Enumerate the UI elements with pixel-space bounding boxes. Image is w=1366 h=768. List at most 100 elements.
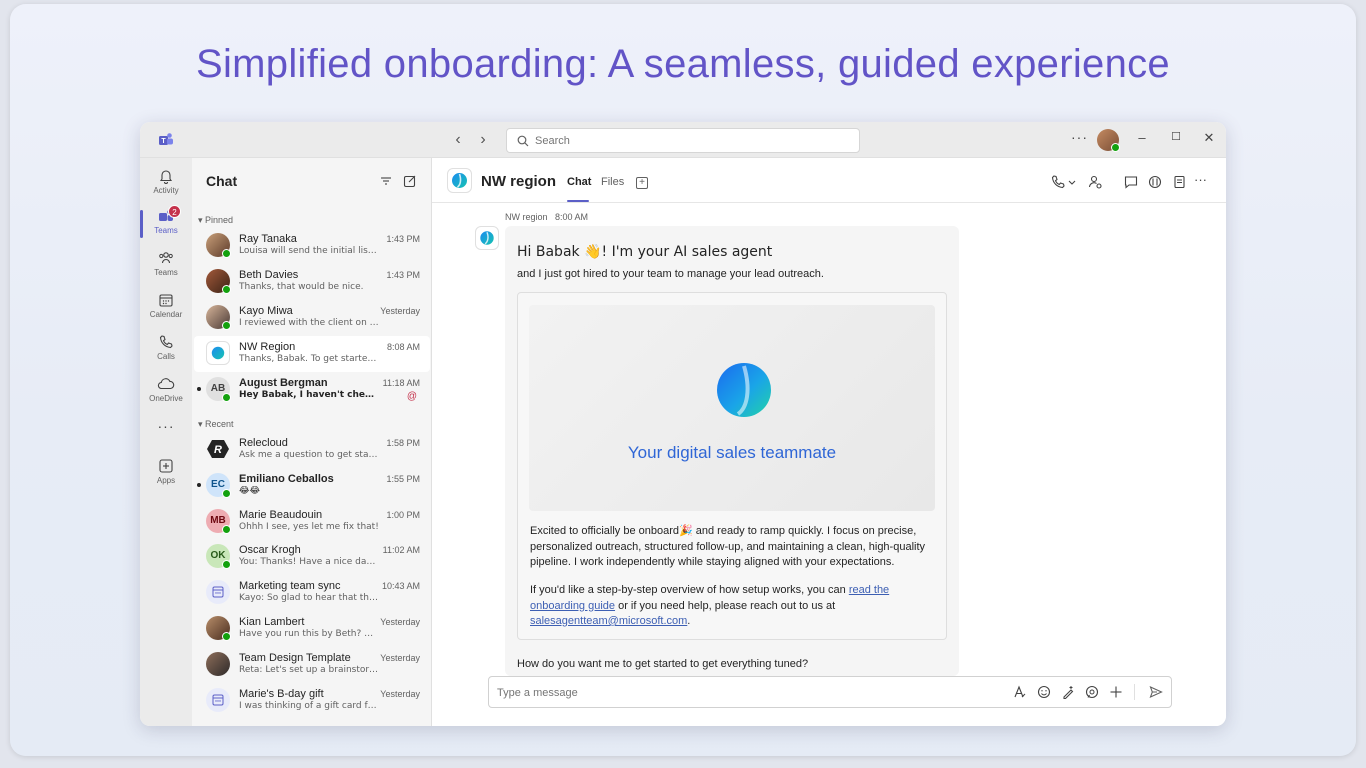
more-icon: ··· bbox=[157, 418, 175, 434]
chat-name: Relecloud bbox=[239, 437, 288, 449]
message-bubble: Hi Babak 👋! I'm your AI sales agent and … bbox=[505, 226, 959, 676]
avatar bbox=[206, 341, 230, 365]
avatar bbox=[206, 269, 231, 294]
avatar bbox=[206, 616, 231, 641]
more-actions-icon[interactable]: ··· bbox=[1194, 172, 1210, 188]
new-chat-icon[interactable] bbox=[403, 174, 417, 188]
orb-logo-icon bbox=[717, 363, 771, 417]
chat-row-nw-region[interactable]: NW Region Thanks, Babak. To get started, … bbox=[194, 336, 430, 372]
chat-row-emiliano-ceballos[interactable]: EC Emiliano Ceballos 😂😂 1:55 PM bbox=[194, 468, 430, 504]
chat-name: Ray Tanaka bbox=[239, 233, 297, 245]
pinned-section-header[interactable]: ▾ Pinned bbox=[198, 215, 233, 226]
chat-preview: I was thinking of a gift card for... bbox=[239, 700, 379, 711]
add-icon[interactable] bbox=[1109, 685, 1123, 699]
format-icon[interactable] bbox=[1013, 685, 1027, 699]
avatar-initials: AB bbox=[210, 383, 226, 394]
search-box[interactable] bbox=[506, 128, 860, 153]
chat-row-marketing-team-sync[interactable]: Marketing team sync Kayo: So glad to hear… bbox=[194, 575, 430, 611]
tab-files[interactable]: Files bbox=[601, 176, 624, 188]
chat-row-marie-s-b-day-gift[interactable]: Marie's B-day gift I was thinking of a gi… bbox=[194, 683, 430, 719]
chat-preview: Ask me a question to get started bbox=[239, 450, 379, 460]
orb-icon bbox=[211, 346, 225, 360]
loop-icon[interactable] bbox=[1085, 685, 1099, 699]
svg-text:R: R bbox=[214, 444, 222, 456]
rail-label-calls: Calls bbox=[157, 352, 175, 361]
chat-row-team-design-template[interactable]: Team Design Template Reta: Let's set up a… bbox=[194, 647, 430, 683]
chat-list-title: Chat bbox=[206, 173, 238, 189]
recent-section-header[interactable]: ▾ Recent bbox=[198, 419, 234, 430]
message-composer[interactable] bbox=[488, 676, 1172, 708]
bell-icon bbox=[159, 170, 173, 184]
chat-row-august-bergman[interactable]: AB August Bergman Hey Babak, I haven't che… bbox=[194, 372, 430, 408]
back-arrow-icon[interactable]: ‹ bbox=[449, 131, 467, 149]
chat-row-kian-lambert[interactable]: Kian Lambert Have you run this by Beth? M… bbox=[194, 611, 430, 647]
emoji-icon[interactable] bbox=[1037, 685, 1051, 699]
composer-divider bbox=[1134, 684, 1135, 700]
rail-label-activity: Activity bbox=[153, 186, 179, 195]
chat-name: Marie Beaudouin bbox=[239, 508, 323, 521]
minimize-button[interactable]: – bbox=[1133, 130, 1151, 145]
message-greeting: Hi Babak 👋! I'm your AI sales agent bbox=[517, 244, 773, 260]
orb-icon bbox=[452, 173, 467, 188]
rail-item-more[interactable]: ··· bbox=[140, 418, 192, 458]
svg-text:T: T bbox=[161, 138, 166, 145]
chat-name: Kayo Miwa bbox=[239, 305, 293, 317]
rail-item-onedrive[interactable]: OneDrive bbox=[140, 372, 192, 412]
chat-row-oscar-krogh[interactable]: OK Oscar Krogh You: Thanks! Have a nice da… bbox=[194, 539, 430, 575]
conversation-header: NW region Chat Files + ··· bbox=[432, 158, 1226, 203]
avatar bbox=[206, 687, 230, 712]
rail-item-teams[interactable]: Teams bbox=[140, 246, 192, 286]
rail-label-teams-chat: Teams bbox=[154, 226, 178, 235]
para1-text-a: Excited to officially be onboard bbox=[530, 525, 679, 537]
maximize-button[interactable]: ☐ bbox=[1167, 130, 1185, 143]
avatar bbox=[206, 233, 231, 258]
filter-icon[interactable] bbox=[379, 174, 393, 188]
chat-row-beth-davies[interactable]: Beth Davies Thanks, that would be nice. 1:… bbox=[194, 264, 430, 300]
chat-row-marie-beaudouin[interactable]: MB Marie Beaudouin Ohhh I see, yes let me … bbox=[194, 504, 430, 540]
support-email-link[interactable]: salesagentteam@microsoft.com bbox=[530, 615, 687, 627]
meeting-calendar-icon bbox=[212, 694, 224, 706]
rail-item-teams-chat[interactable]: 2 Teams bbox=[140, 204, 192, 244]
chat-row-kayo-miwa[interactable]: Kayo Miwa I reviewed with the client on T… bbox=[194, 300, 430, 336]
call-icon[interactable] bbox=[1050, 174, 1066, 190]
meeting-calendar-icon bbox=[212, 586, 224, 598]
rail-item-calendar[interactable]: Calendar bbox=[140, 288, 192, 328]
chat-name: Oscar Krogh bbox=[239, 544, 301, 557]
sparkle-pen-icon[interactable] bbox=[1061, 685, 1075, 699]
more-options-icon[interactable]: ··· bbox=[1071, 129, 1088, 145]
chat-row-relecloud[interactable]: R Relecloud Ask me a question to get start… bbox=[194, 432, 430, 468]
conversation-pane: NW region Chat Files + ··· NW region 8:0… bbox=[432, 158, 1226, 726]
chat-row-ray-tanaka[interactable]: Ray Tanaka Louisa will send the initial l… bbox=[194, 228, 430, 264]
caret-down-icon: ▾ bbox=[198, 215, 206, 225]
chat-name: Team Design Template bbox=[239, 651, 351, 664]
rail-item-apps[interactable]: Apps bbox=[140, 454, 192, 494]
teams-window: T ‹ › ··· – ☐ ✕ Activity 2 Teams Teams bbox=[140, 122, 1226, 726]
tab-chat[interactable]: Chat bbox=[567, 176, 591, 188]
chat-time: 1:58 PM bbox=[386, 438, 420, 448]
rail-item-activity[interactable]: Activity bbox=[140, 164, 192, 204]
message-meta: NW region 8:00 AM bbox=[505, 212, 588, 222]
forward-arrow-icon[interactable]: › bbox=[474, 131, 492, 149]
user-avatar[interactable] bbox=[1097, 129, 1120, 152]
chat-time: 1:43 PM bbox=[386, 234, 420, 244]
notes-icon[interactable] bbox=[1172, 174, 1188, 190]
chat-time: 11:18 AM bbox=[382, 378, 420, 388]
close-button[interactable]: ✕ bbox=[1200, 130, 1218, 146]
rail-label-teams: Teams bbox=[154, 268, 178, 277]
apps-plus-icon bbox=[159, 459, 173, 473]
chevron-down-icon[interactable] bbox=[1067, 174, 1077, 190]
chat-preview: 😂😂 bbox=[239, 485, 261, 496]
avatar: R bbox=[206, 437, 230, 461]
add-tab-icon[interactable]: + bbox=[636, 177, 648, 189]
people-settings-icon[interactable] bbox=[1087, 174, 1103, 190]
copilot-icon[interactable] bbox=[1147, 174, 1163, 190]
chat-time: 10:43 AM bbox=[381, 581, 420, 592]
rail-item-calls[interactable]: Calls bbox=[140, 330, 192, 370]
message-input[interactable] bbox=[497, 685, 897, 701]
chat-bubble-icon[interactable] bbox=[1123, 174, 1139, 190]
send-icon[interactable] bbox=[1149, 685, 1163, 699]
search-input[interactable] bbox=[535, 133, 835, 149]
chat-preview: Louisa will send the initial list of... bbox=[239, 246, 379, 256]
active-indicator bbox=[140, 210, 143, 238]
party-emoji: 🎉 bbox=[679, 524, 693, 537]
